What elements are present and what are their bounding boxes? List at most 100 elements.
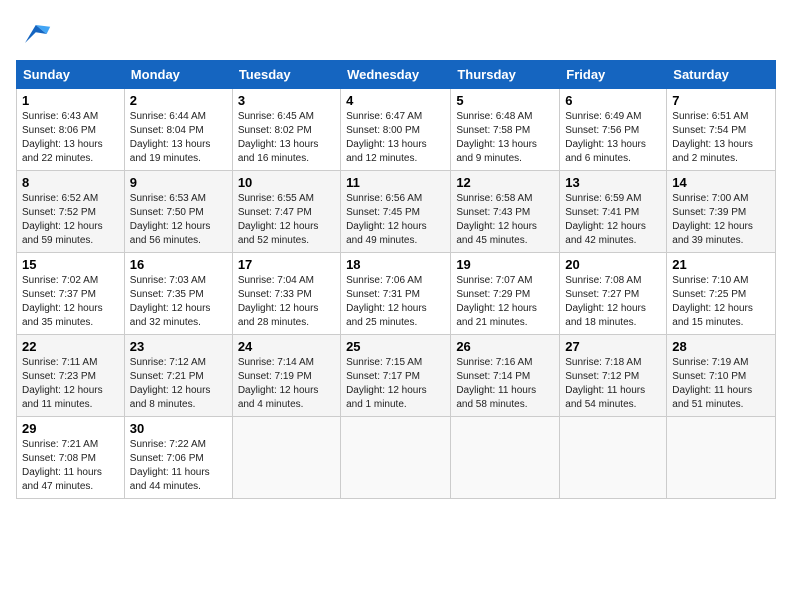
calendar-table: SundayMondayTuesdayWednesdayThursdayFrid… — [16, 60, 776, 499]
day-number: 8 — [22, 175, 119, 190]
calendar-cell — [667, 417, 776, 499]
day-info: Sunrise: 6:56 AMSunset: 7:45 PMDaylight:… — [346, 192, 445, 248]
day-number: 7 — [672, 93, 770, 108]
calendar-cell: 9 Sunrise: 6:53 AMSunset: 7:50 PMDaylight… — [124, 171, 232, 253]
day-number: 10 — [238, 175, 335, 190]
calendar-cell: 21Sunrise: 7:10 AMSunset: 7:25 PMDayligh… — [667, 253, 776, 335]
logo-icon — [16, 16, 52, 52]
day-number: 9 — [130, 175, 227, 190]
day-info: Sunrise: 7:22 AMSunset: 7:06 PMDaylight:… — [130, 438, 227, 494]
calendar-header-row: SundayMondayTuesdayWednesdayThursdayFrid… — [17, 61, 776, 89]
day-info: Sunrise: 6:49 AMSunset: 7:56 PMDaylight:… — [565, 110, 661, 166]
day-info: Sunrise: 7:02 AMSunset: 7:37 PMDaylight:… — [22, 274, 119, 330]
calendar-cell — [451, 417, 560, 499]
day-number: 19 — [456, 257, 554, 272]
day-info: Sunrise: 7:15 AMSunset: 7:17 PMDaylight:… — [346, 356, 445, 412]
day-number: 16 — [130, 257, 227, 272]
calendar-cell: 15 Sunrise: 7:02 AMSunset: 7:37 PMDayligh… — [17, 253, 125, 335]
day-number: 4 — [346, 93, 445, 108]
calendar-cell: 29 Sunrise: 7:21 AMSunset: 7:08 PMDayligh… — [17, 417, 125, 499]
calendar-cell: 28 Sunrise: 7:19 AMSunset: 7:10 PMDayligh… — [667, 335, 776, 417]
calendar-cell: 2 Sunrise: 6:44 AMSunset: 8:04 PMDaylight… — [124, 89, 232, 171]
day-number: 2 — [130, 93, 227, 108]
day-info: Sunrise: 7:07 AMSunset: 7:29 PMDaylight:… — [456, 274, 554, 330]
day-info: Sunrise: 6:45 AMSunset: 8:02 PMDaylight:… — [238, 110, 335, 166]
day-number: 3 — [238, 93, 335, 108]
calendar-cell: 24 Sunrise: 7:14 AMSunset: 7:19 PMDayligh… — [232, 335, 340, 417]
day-number: 15 — [22, 257, 119, 272]
day-number: 25 — [346, 339, 445, 354]
day-number: 18 — [346, 257, 445, 272]
day-info: Sunrise: 6:51 AMSunset: 7:54 PMDaylight:… — [672, 110, 770, 166]
day-info: Sunrise: 6:44 AMSunset: 8:04 PMDaylight:… — [130, 110, 227, 166]
day-number: 6 — [565, 93, 661, 108]
day-info: Sunrise: 6:47 AMSunset: 8:00 PMDaylight:… — [346, 110, 445, 166]
calendar-cell — [232, 417, 340, 499]
day-number: 30 — [130, 421, 227, 436]
day-info: Sunrise: 6:53 AMSunset: 7:50 PMDaylight:… — [130, 192, 227, 248]
calendar-cell: 3 Sunrise: 6:45 AMSunset: 8:02 PMDaylight… — [232, 89, 340, 171]
day-number: 24 — [238, 339, 335, 354]
calendar-cell: 6 Sunrise: 6:49 AMSunset: 7:56 PMDaylight… — [560, 89, 667, 171]
day-info: Sunrise: 7:03 AMSunset: 7:35 PMDaylight:… — [130, 274, 227, 330]
header-tuesday: Tuesday — [232, 61, 340, 89]
day-info: Sunrise: 7:19 AMSunset: 7:10 PMDaylight:… — [672, 356, 770, 412]
calendar-cell: 23 Sunrise: 7:12 AMSunset: 7:21 PMDayligh… — [124, 335, 232, 417]
day-info: Sunrise: 6:48 AMSunset: 7:58 PMDaylight:… — [456, 110, 554, 166]
day-info: Sunrise: 7:12 AMSunset: 7:21 PMDaylight:… — [130, 356, 227, 412]
day-number: 27 — [565, 339, 661, 354]
calendar-cell: 7 Sunrise: 6:51 AMSunset: 7:54 PMDaylight… — [667, 89, 776, 171]
header-monday: Monday — [124, 61, 232, 89]
calendar-cell: 25 Sunrise: 7:15 AMSunset: 7:17 PMDayligh… — [341, 335, 451, 417]
header-saturday: Saturday — [667, 61, 776, 89]
day-number: 23 — [130, 339, 227, 354]
day-info: Sunrise: 6:59 AMSunset: 7:41 PMDaylight:… — [565, 192, 661, 248]
day-info: Sunrise: 7:16 AMSunset: 7:14 PMDaylight:… — [456, 356, 554, 412]
calendar-cell: 18 Sunrise: 7:06 AMSunset: 7:31 PMDayligh… — [341, 253, 451, 335]
day-number: 22 — [22, 339, 119, 354]
day-info: Sunrise: 7:06 AMSunset: 7:31 PMDaylight:… — [346, 274, 445, 330]
calendar-cell: 20Sunrise: 7:08 AMSunset: 7:27 PMDayligh… — [560, 253, 667, 335]
calendar-cell: 8Sunrise: 6:52 AMSunset: 7:52 PMDaylight… — [17, 171, 125, 253]
week-row-1: 1 Sunrise: 6:43 AMSunset: 8:06 PMDaylight… — [17, 89, 776, 171]
day-number: 17 — [238, 257, 335, 272]
day-number: 5 — [456, 93, 554, 108]
day-info: Sunrise: 6:58 AMSunset: 7:43 PMDaylight:… — [456, 192, 554, 248]
day-number: 26 — [456, 339, 554, 354]
calendar-cell: 22Sunrise: 7:11 AMSunset: 7:23 PMDayligh… — [17, 335, 125, 417]
day-number: 11 — [346, 175, 445, 190]
calendar-cell: 26 Sunrise: 7:16 AMSunset: 7:14 PMDayligh… — [451, 335, 560, 417]
header-wednesday: Wednesday — [341, 61, 451, 89]
day-info: Sunrise: 7:18 AMSunset: 7:12 PMDaylight:… — [565, 356, 661, 412]
page-header — [16, 16, 776, 52]
day-info: Sunrise: 7:14 AMSunset: 7:19 PMDaylight:… — [238, 356, 335, 412]
calendar-cell — [341, 417, 451, 499]
day-info: Sunrise: 7:08 AMSunset: 7:27 PMDaylight:… — [565, 274, 661, 330]
logo — [16, 16, 56, 52]
day-number: 1 — [22, 93, 119, 108]
day-number: 29 — [22, 421, 119, 436]
calendar-cell: 11 Sunrise: 6:56 AMSunset: 7:45 PMDayligh… — [341, 171, 451, 253]
week-row-5: 29 Sunrise: 7:21 AMSunset: 7:08 PMDayligh… — [17, 417, 776, 499]
calendar-cell: 1 Sunrise: 6:43 AMSunset: 8:06 PMDaylight… — [17, 89, 125, 171]
calendar-cell: 30 Sunrise: 7:22 AMSunset: 7:06 PMDayligh… — [124, 417, 232, 499]
calendar-cell: 17Sunrise: 7:04 AMSunset: 7:33 PMDayligh… — [232, 253, 340, 335]
week-row-4: 22Sunrise: 7:11 AMSunset: 7:23 PMDayligh… — [17, 335, 776, 417]
calendar-cell: 27 Sunrise: 7:18 AMSunset: 7:12 PMDayligh… — [560, 335, 667, 417]
day-number: 14 — [672, 175, 770, 190]
day-number: 28 — [672, 339, 770, 354]
week-row-3: 15 Sunrise: 7:02 AMSunset: 7:37 PMDayligh… — [17, 253, 776, 335]
calendar-cell: 12Sunrise: 6:58 AMSunset: 7:43 PMDayligh… — [451, 171, 560, 253]
header-friday: Friday — [560, 61, 667, 89]
day-info: Sunrise: 6:55 AMSunset: 7:47 PMDaylight:… — [238, 192, 335, 248]
calendar-cell: 19 Sunrise: 7:07 AMSunset: 7:29 PMDayligh… — [451, 253, 560, 335]
calendar-cell: 5 Sunrise: 6:48 AMSunset: 7:58 PMDaylight… — [451, 89, 560, 171]
calendar-cell: 13Sunrise: 6:59 AMSunset: 7:41 PMDayligh… — [560, 171, 667, 253]
week-row-2: 8Sunrise: 6:52 AMSunset: 7:52 PMDaylight… — [17, 171, 776, 253]
calendar-cell: 16 Sunrise: 7:03 AMSunset: 7:35 PMDayligh… — [124, 253, 232, 335]
calendar-cell: 4 Sunrise: 6:47 AMSunset: 8:00 PMDaylight… — [341, 89, 451, 171]
day-info: Sunrise: 7:21 AMSunset: 7:08 PMDaylight:… — [22, 438, 119, 494]
calendar-cell: 10 Sunrise: 6:55 AMSunset: 7:47 PMDayligh… — [232, 171, 340, 253]
header-thursday: Thursday — [451, 61, 560, 89]
day-info: Sunrise: 6:43 AMSunset: 8:06 PMDaylight:… — [22, 110, 119, 166]
